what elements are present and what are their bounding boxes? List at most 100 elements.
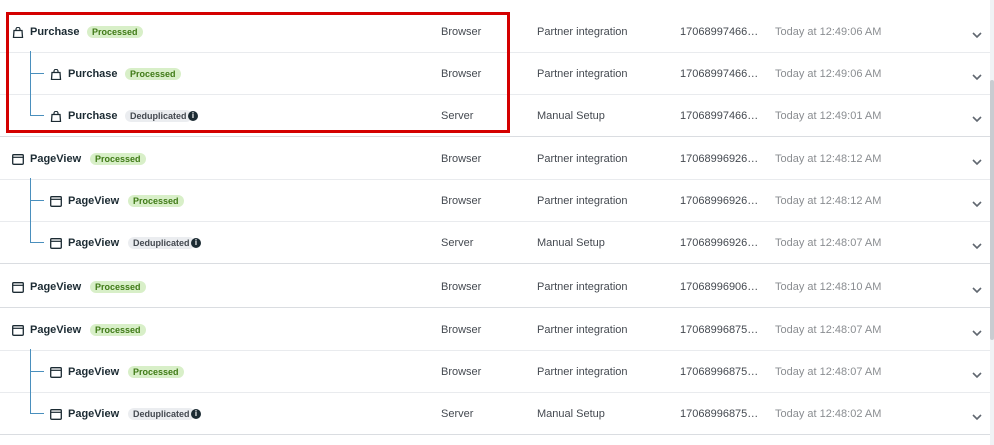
event-timestamp: Today at 12:48:12 AM [775,195,882,207]
event-timestamp: Today at 12:49:06 AM [775,26,882,38]
event-name: PageView [30,324,82,336]
status-badge: Processed [90,281,146,293]
event-id: 170689974660… [680,26,764,38]
shopping-bag-icon [12,25,24,39]
tree-connector-line [30,220,31,242]
event-source: Browser [441,281,482,293]
event-timestamp: Today at 12:48:12 AM [775,153,882,165]
setup-method: Partner integration [537,26,628,38]
setup-method: Partner integration [537,366,628,378]
setup-method: Partner integration [537,324,628,336]
tree-connector-line [30,93,31,115]
tree-connector-branch [30,115,44,116]
setup-method: Manual Setup [537,237,605,249]
event-id: 170689974660… [680,68,764,80]
setup-method: Manual Setup [537,110,605,122]
setup-method: Manual Setup [537,408,605,420]
tree-connector-line [30,391,31,413]
chevron-down-icon[interactable] [971,154,983,166]
event-row[interactable]: PageView Processed Browser Partner integrat… [0,266,990,308]
event-source: Browser [441,68,482,80]
child-event-row[interactable]: Purchase Processed Browser Partner integrat… [0,51,990,95]
browser-window-icon [50,365,62,378]
info-icon[interactable]: i [191,238,201,248]
event-name: PageView [68,195,120,207]
shopping-bag-icon [50,67,62,81]
setup-method: Partner integration [537,153,628,165]
tree-connector-branch [30,200,44,201]
event-source: Server [441,110,474,122]
browser-window-icon [50,194,62,207]
chevron-down-icon[interactable] [971,238,983,250]
tree-connector-branch [30,242,44,243]
event-row[interactable]: Purchase Processed Browser Partner integrat… [0,11,990,53]
chevron-down-icon[interactable] [971,196,983,208]
status-badge: Processed [128,195,184,207]
setup-method: Partner integration [537,68,628,80]
chevron-down-icon[interactable] [971,69,983,81]
event-id: 170689969260… [680,195,764,207]
child-event-row[interactable]: PageView Deduplicated i Server Manual Setup 1… [0,391,990,435]
browser-window-icon [12,280,24,293]
event-row[interactable]: PageView Processed Browser Partner integrat… [0,309,990,351]
info-icon[interactable]: i [191,409,201,419]
setup-method: Partner integration [537,281,628,293]
chevron-down-icon[interactable] [971,409,983,421]
event-name: Purchase [30,26,80,38]
setup-method: Partner integration [537,195,628,207]
event-timestamp: Today at 12:49:01 AM [775,110,882,122]
status-badge: Deduplicated [125,110,192,122]
event-timestamp: Today at 12:48:07 AM [775,366,882,378]
event-source: Browser [441,153,482,165]
status-badge: Processed [90,324,146,336]
event-id: 170689968759… [680,324,764,336]
event-name: Purchase [68,110,118,122]
event-name: PageView [30,153,82,165]
info-icon[interactable]: i [188,111,198,121]
tree-connector-branch [30,371,44,372]
event-name: PageView [68,408,120,420]
event-list: Purchase Processed Browser Partner integrat… [0,0,994,445]
chevron-down-icon[interactable] [971,282,983,294]
chevron-down-icon[interactable] [971,367,983,379]
event-name: PageView [30,281,82,293]
event-id: 170689968759… [680,408,764,420]
event-name: PageView [68,366,120,378]
event-timestamp: Today at 12:48:07 AM [775,237,882,249]
chevron-down-icon[interactable] [971,27,983,39]
browser-window-icon [12,323,24,336]
tree-connector-branch [30,413,44,414]
chevron-down-icon[interactable] [971,111,983,123]
event-source: Browser [441,366,482,378]
event-source: Server [441,237,474,249]
child-event-row[interactable]: PageView Processed Browser Partner integrat… [0,349,990,393]
event-id: 170689969065… [680,281,764,293]
status-badge: Processed [90,153,146,165]
scrollbar-thumb[interactable] [990,80,994,340]
event-id: 170689969260… [680,153,764,165]
event-timestamp: Today at 12:48:02 AM [775,408,882,420]
event-timestamp: Today at 12:49:06 AM [775,68,882,80]
event-name: Purchase [68,68,118,80]
status-badge: Processed [125,68,181,80]
event-row[interactable]: PageView Processed Browser Partner integrat… [0,138,990,180]
browser-window-icon [50,236,62,249]
event-name: PageView [68,237,120,249]
event-source: Browser [441,26,482,38]
event-source: Server [441,408,474,420]
child-event-row[interactable]: Purchase Deduplicated i Server Manual Setup 1… [0,93,990,137]
shopping-bag-icon [50,109,62,123]
status-badge: Processed [87,26,143,38]
event-timestamp: Today at 12:48:10 AM [775,281,882,293]
event-timestamp: Today at 12:48:07 AM [775,324,882,336]
status-badge: Processed [128,366,184,378]
event-source: Browser [441,324,482,336]
event-id: 170689974660… [680,110,764,122]
browser-window-icon [50,407,62,420]
browser-window-icon [12,152,24,165]
child-event-row[interactable]: PageView Deduplicated i Server Manual Setup 1… [0,220,990,264]
chevron-down-icon[interactable] [971,325,983,337]
child-event-row[interactable]: PageView Processed Browser Partner integrat… [0,178,990,222]
event-source: Browser [441,195,482,207]
tree-connector-branch [30,73,44,74]
